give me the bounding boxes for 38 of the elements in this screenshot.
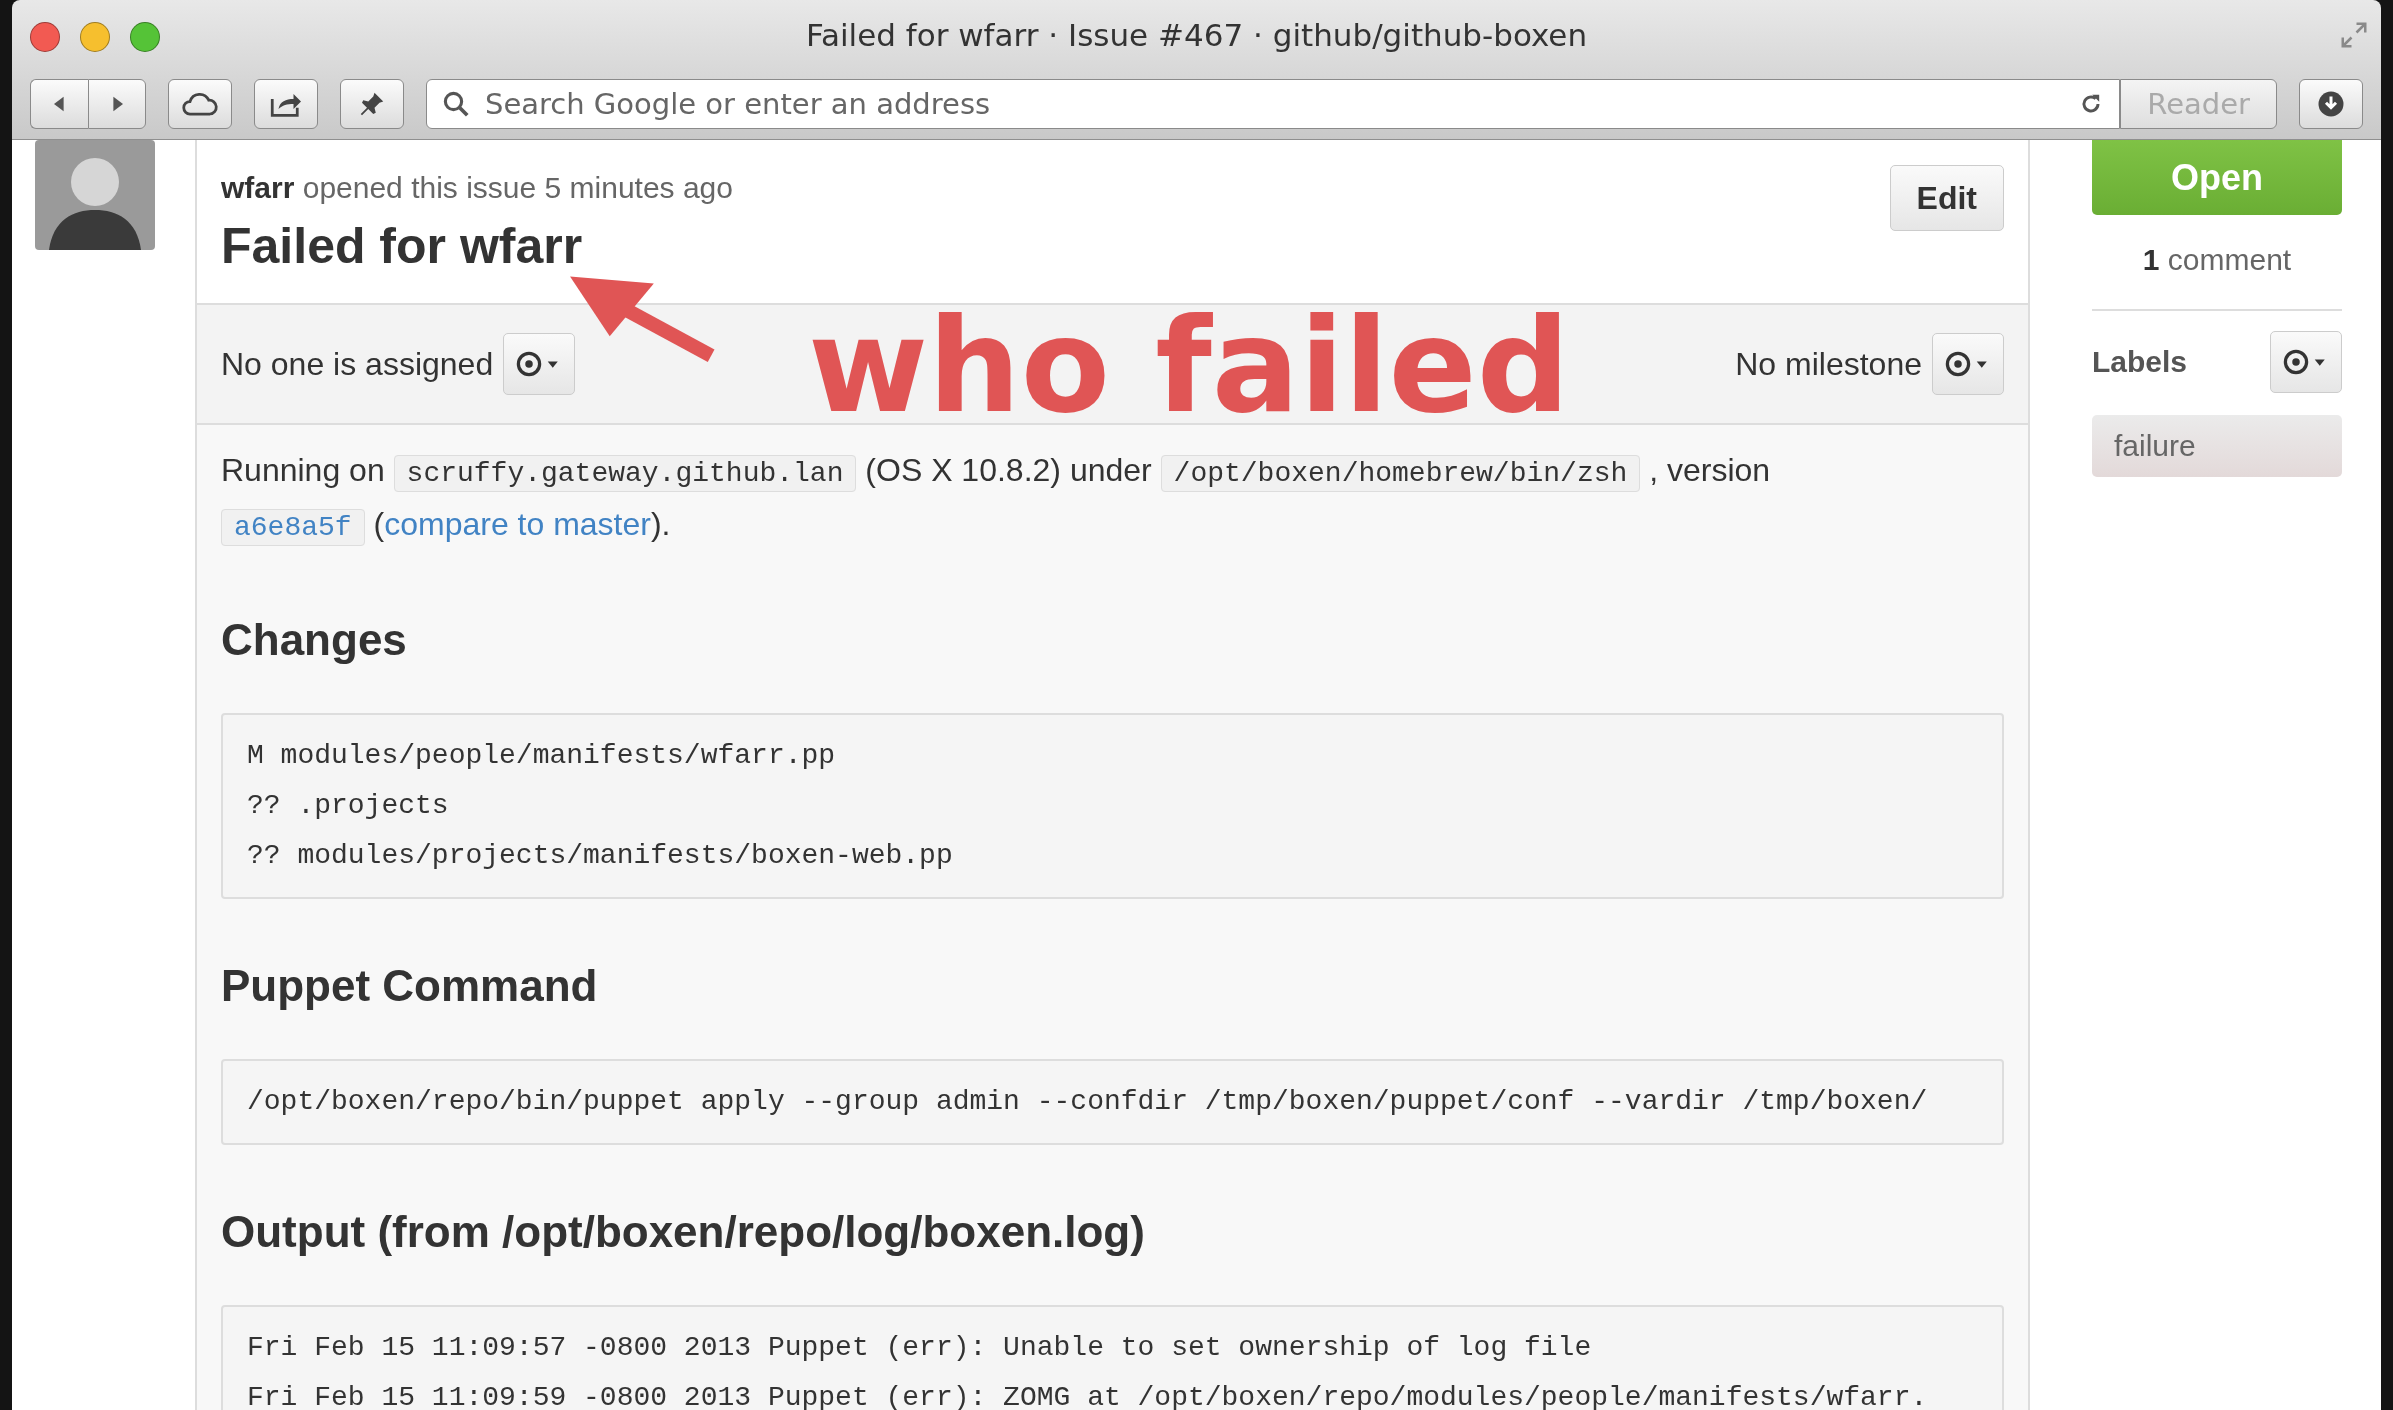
issue-meta: wfarr opened this issue 5 minutes ago xyxy=(221,171,733,205)
close-button[interactable] xyxy=(30,22,60,52)
code-block: M modules/people/manifests/wfarr.pp ?? .projects ?? modules/projects/manifests/boxen-web.pp xyxy=(221,713,2004,899)
comment-count: 1 comment xyxy=(2141,243,2293,277)
address-field[interactable]: Search Google or enter an address xyxy=(426,79,2121,129)
forward-button[interactable] xyxy=(88,79,146,129)
assignee-gear-button[interactable] xyxy=(503,333,576,395)
section-heading: Puppet Command xyxy=(221,961,599,1011)
open-state-button[interactable]: Open xyxy=(2092,140,2342,215)
issue-title: Failed for wfarr xyxy=(221,217,584,275)
cloud-button[interactable] xyxy=(168,79,232,129)
share-button[interactable] xyxy=(254,79,318,129)
download-icon xyxy=(2316,89,2346,119)
zoom-button[interactable] xyxy=(130,22,160,52)
minimize-button[interactable] xyxy=(80,22,110,52)
labels-heading: Labels xyxy=(2092,345,2188,379)
issue-description: Running on scruffy.gateway.github.lan (OS X 10.8.2) under /opt/boxen/homebrew/bin/zsh , version a6e8a5f (compare to master). xyxy=(221,445,1881,553)
assignee-text: No one is assigned xyxy=(221,345,494,383)
section-heading: Changes xyxy=(221,615,408,665)
edit-button[interactable]: Edit xyxy=(1889,165,2004,231)
address-input[interactable]: Search Google or enter an address xyxy=(483,86,2066,122)
pin-button[interactable] xyxy=(340,79,404,129)
code-block: /opt/boxen/repo/bin/puppet apply --group admin --confdir /tmp/boxen/puppet/conf --vardir /tmp/boxen/ xyxy=(221,1059,2004,1145)
label-tag[interactable]: failure xyxy=(2092,415,2342,477)
annotation-text: who failed xyxy=(808,290,1570,442)
milestone-gear-button[interactable] xyxy=(1932,333,2004,395)
reader-button[interactable]: Reader xyxy=(2120,79,2277,129)
labels-gear-button[interactable] xyxy=(2270,331,2342,393)
search-icon xyxy=(441,89,471,119)
window-title: Failed for wfarr · Issue #467 · github/github-boxen xyxy=(805,17,1588,53)
commit-link[interactable]: a6e8a5f xyxy=(221,509,365,546)
back-button[interactable] xyxy=(30,79,88,129)
milestone-text: No milestone xyxy=(1735,345,1922,383)
compare-link[interactable]: compare to master xyxy=(384,506,651,542)
fullscreen-icon[interactable] xyxy=(2339,20,2369,50)
section-heading: Output (from /opt/boxen/repo/log/boxen.log) xyxy=(221,1207,1146,1257)
downloads-button[interactable] xyxy=(2299,79,2363,129)
code-block: Fri Feb 15 11:09:57 -0800 2013 Puppet (err): Unable to set ownership of log file Fri Feb 15 11:09:59 -0800 2013 Puppet (err): ZOMG at /opt/boxen/repo/modules/people/manifests/wfarr. xyxy=(221,1305,2004,1410)
